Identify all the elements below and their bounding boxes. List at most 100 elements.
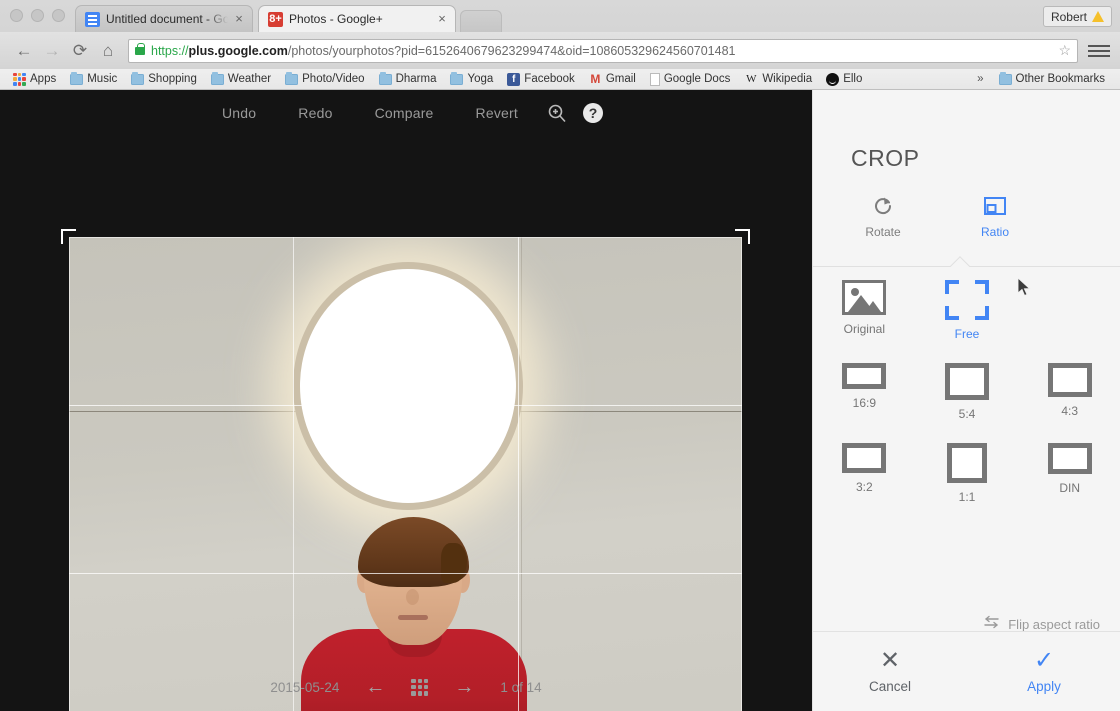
close-icon: ✕ <box>880 649 900 673</box>
bookmark-label: Weather <box>228 73 271 85</box>
ello-icon <box>826 73 839 86</box>
ratio-label: Free <box>955 327 980 341</box>
original-image-icon <box>842 280 886 315</box>
bookmark-label: Wikipedia <box>762 73 812 85</box>
bookmark-label: Dharma <box>396 73 437 85</box>
ratio-option-din[interactable]: DIN <box>1018 443 1120 504</box>
active-tab-caret <box>950 256 970 276</box>
ratio-icon <box>953 193 1037 219</box>
profile-button[interactable]: Robert <box>1043 6 1112 27</box>
bookmark-label: Yoga <box>467 73 493 85</box>
aspect-ratio-options: Original Free 16:9 5:4 4:3 <box>813 280 1120 504</box>
google-docs-icon <box>85 12 100 27</box>
apply-label: Apply <box>1027 679 1061 694</box>
ratio-option-original[interactable]: Original <box>813 280 916 341</box>
revert-button[interactable]: Revert <box>455 105 539 121</box>
close-icon[interactable]: × <box>435 12 449 26</box>
tab-label: Ratio <box>953 225 1037 239</box>
tab-label: Rotate <box>841 225 925 239</box>
bookmark-gmail[interactable]: M Gmail <box>582 70 643 88</box>
bookmark-wikipedia[interactable]: W Wikipedia <box>737 70 819 88</box>
bookmark-label: Gmail <box>606 73 636 85</box>
bookmark-other-bookmarks[interactable]: Other Bookmarks <box>992 70 1112 88</box>
bookmark-yoga[interactable]: Yoga <box>443 70 500 88</box>
bookmark-ello[interactable]: Ello <box>819 70 869 88</box>
tab-title: Photos - Google+ <box>289 12 431 26</box>
hamburger-menu-icon[interactable] <box>1088 45 1110 57</box>
minimize-window-button[interactable] <box>31 9 44 22</box>
home-icon[interactable]: ⌂ <box>94 37 122 65</box>
ratio-option-4-3[interactable]: 4:3 <box>1018 363 1120 421</box>
help-icon[interactable]: ? <box>575 97 611 129</box>
crop-handle-top-left[interactable] <box>61 229 76 244</box>
redo-button[interactable]: Redo <box>277 105 353 121</box>
bookmark-apps[interactable]: Apps <box>6 70 63 88</box>
reload-icon[interactable]: ⟳ <box>66 37 94 65</box>
apply-button[interactable]: ✓ Apply <box>967 632 1120 711</box>
photo-date: 2015-05-24 <box>270 680 339 695</box>
tab-untitled-document[interactable]: Untitled document - Goog × <box>75 5 253 32</box>
facebook-icon: f <box>507 73 520 86</box>
arrow-left-icon[interactable]: ← <box>365 676 385 699</box>
ratio-option-5-4[interactable]: 5:4 <box>916 363 1019 421</box>
ratio-option-3-2[interactable]: 3:2 <box>813 443 916 504</box>
ratio-label: Original <box>844 322 885 336</box>
ratio-option-1-1[interactable]: 1:1 <box>916 443 1019 504</box>
bookmark-label: Photo/Video <box>302 73 364 85</box>
grid-view-icon[interactable] <box>411 679 428 696</box>
cancel-button[interactable]: ✕ Cancel <box>813 632 967 711</box>
tab-rotate[interactable]: Rotate <box>841 193 925 255</box>
bookmark-music[interactable]: Music <box>63 70 124 88</box>
folder-icon <box>70 74 83 85</box>
bookmark-weather[interactable]: Weather <box>204 70 278 88</box>
crop-region[interactable] <box>69 237 742 711</box>
folder-icon <box>450 74 463 85</box>
magnifier-plus-icon[interactable] <box>539 97 575 129</box>
cancel-label: Cancel <box>869 679 911 694</box>
tab-ratio[interactable]: Ratio <box>953 193 1037 255</box>
crop-handle-top-right[interactable] <box>735 229 750 244</box>
bookmark-label: Facebook <box>524 73 575 85</box>
address-bar[interactable]: https://plus.google.com/photos/yourphoto… <box>128 39 1078 63</box>
page-title: CROP <box>851 145 919 172</box>
ratio-label: 4:3 <box>1061 404 1078 418</box>
ratio-label: 5:4 <box>959 407 976 421</box>
bookmark-star-icon[interactable]: ☆ <box>1052 42 1071 59</box>
bookmark-google-docs[interactable]: Google Docs <box>643 70 737 88</box>
close-window-button[interactable] <box>10 9 23 22</box>
maximize-window-button[interactable] <box>52 9 65 22</box>
bookmark-label: Shopping <box>148 73 197 85</box>
rect-din-icon <box>1048 443 1092 474</box>
folder-icon <box>211 74 224 85</box>
url-path: /photos/yourphotos?pid=61526406796232994… <box>288 44 736 58</box>
warning-triangle-icon <box>1092 11 1104 22</box>
bookmark-label: Apps <box>30 73 56 85</box>
folder-icon <box>999 74 1012 85</box>
bookmark-photo-video[interactable]: Photo/Video <box>278 70 371 88</box>
ratio-option-free[interactable]: Free <box>916 280 1019 341</box>
ratio-label: DIN <box>1059 481 1080 495</box>
bookmark-dharma[interactable]: Dharma <box>372 70 444 88</box>
back-icon[interactable]: ← <box>10 37 38 65</box>
undo-button[interactable]: Undo <box>201 105 277 121</box>
bookmarks-overflow-icon[interactable]: » <box>969 73 991 85</box>
compare-button[interactable]: Compare <box>354 105 455 121</box>
new-tab-button[interactable] <box>460 10 502 32</box>
bookmark-facebook[interactable]: f Facebook <box>500 70 582 88</box>
apps-grid-icon <box>13 73 26 86</box>
bookmark-shopping[interactable]: Shopping <box>124 70 204 88</box>
browser-toolbar: ← → ⟳ ⌂ https://plus.google.com/photos/y… <box>0 32 1120 69</box>
arrow-right-icon[interactable]: → <box>454 676 474 699</box>
close-icon[interactable]: × <box>232 12 246 26</box>
ratio-label: 16:9 <box>853 396 876 410</box>
ratio-option-16-9[interactable]: 16:9 <box>813 363 916 421</box>
browser-window: Untitled document - Goog × 8+ Photos - G… <box>0 0 1120 711</box>
forward-icon[interactable]: → <box>38 37 66 65</box>
photo-counter: 1 of 14 <box>500 680 541 695</box>
browser-chrome: Untitled document - Goog × 8+ Photos - G… <box>0 0 1120 90</box>
tab-photos-google-plus[interactable]: 8+ Photos - Google+ × <box>258 5 456 32</box>
rect-3-2-icon <box>842 443 886 473</box>
tab-strip: Untitled document - Goog × 8+ Photos - G… <box>0 0 1120 32</box>
bookmark-label: Music <box>87 73 117 85</box>
window-controls[interactable] <box>10 9 65 22</box>
